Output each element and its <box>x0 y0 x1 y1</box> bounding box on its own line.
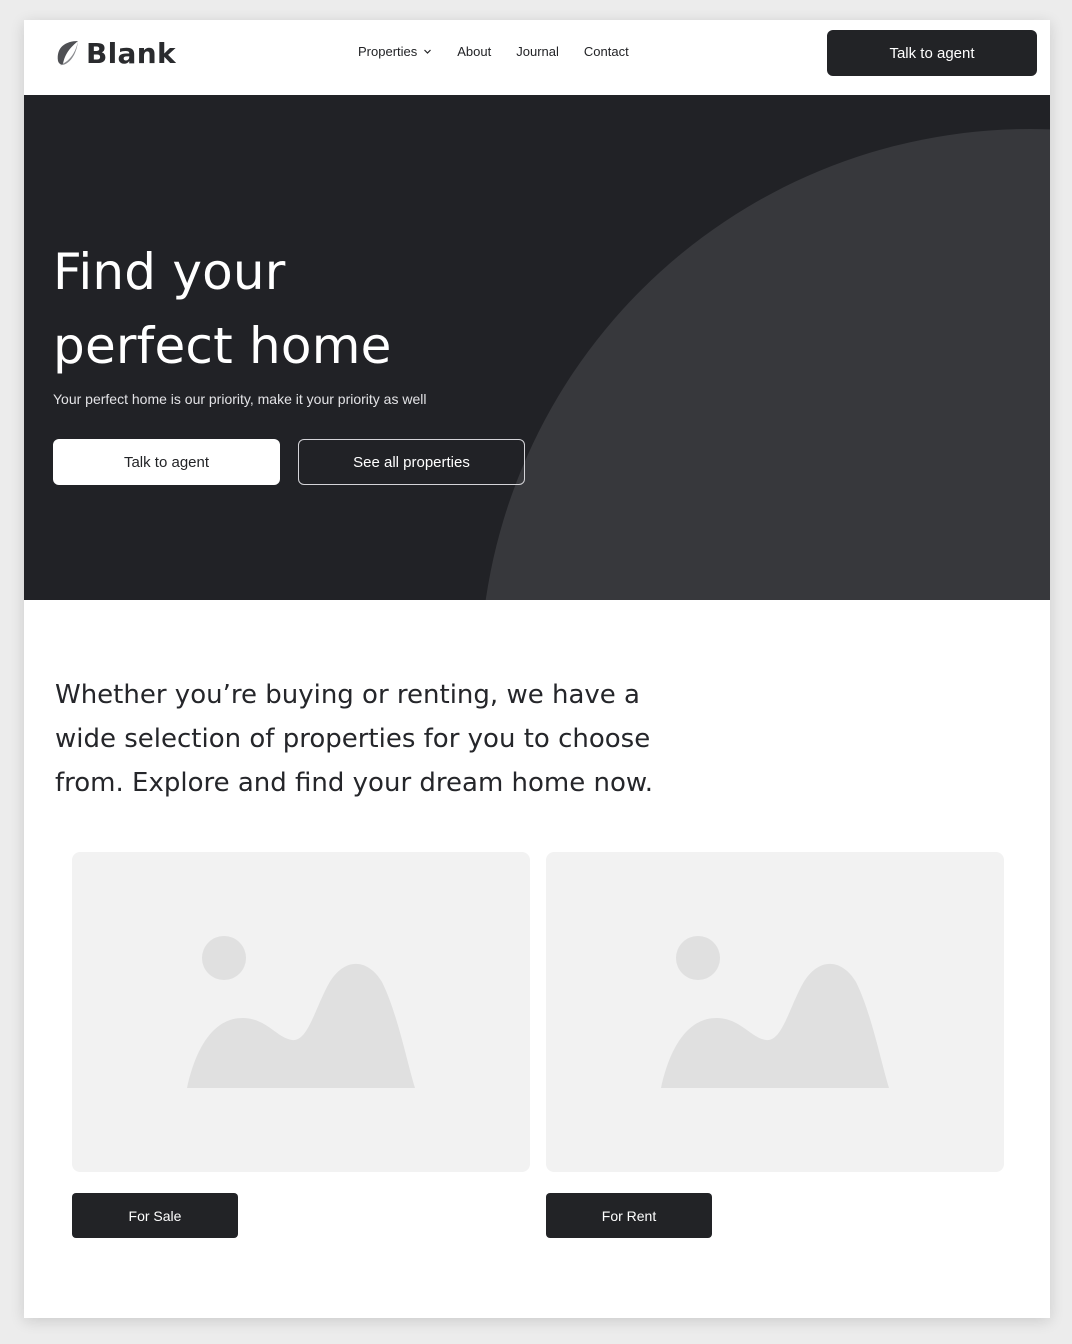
site-header: Blank Properties About Journal Contact T… <box>24 20 1050 95</box>
header-talk-to-agent-button[interactable]: Talk to agent <box>827 30 1037 76</box>
for-sale-button[interactable]: For Sale <box>72 1193 238 1238</box>
chevron-down-icon <box>424 49 432 54</box>
see-all-properties-button[interactable]: See all properties <box>298 439 525 485</box>
main-nav: Properties About Journal Contact <box>358 44 629 59</box>
intro-text: Whether you’re buying or renting, we hav… <box>55 680 654 798</box>
leaf-icon <box>57 40 78 65</box>
hero-talk-to-agent-button[interactable]: Talk to agent <box>53 439 280 485</box>
nav-item-properties[interactable]: Properties <box>358 44 432 59</box>
nav-item-about[interactable]: About <box>457 44 491 59</box>
nav-item-journal[interactable]: Journal <box>516 44 559 59</box>
for-rent-image[interactable] <box>546 852 1004 1172</box>
hero-subtitle: Your perfect home is our priority, make … <box>53 391 427 407</box>
nav-item-label: Properties <box>358 44 418 59</box>
nav-item-contact[interactable]: Contact <box>584 44 629 59</box>
hero-decorative-arc <box>480 129 1050 600</box>
image-placeholder-icon <box>661 936 889 1088</box>
page: Blank Properties About Journal Contact T… <box>24 20 1050 1318</box>
nav-item-label: Journal <box>516 44 559 59</box>
for-sale-image[interactable] <box>72 852 530 1172</box>
for-rent-button[interactable]: For Rent <box>546 1193 712 1238</box>
logo[interactable]: Blank <box>54 37 176 70</box>
nav-item-label: About <box>457 44 492 59</box>
brand-name: Blank <box>86 37 176 70</box>
hero-title: Find your perfect home <box>53 235 473 383</box>
hero-section: Find your perfect home Your perfect home… <box>24 95 1050 600</box>
image-placeholder-icon <box>187 936 415 1088</box>
hero-title-line-1: Find your <box>53 243 286 301</box>
hero-title-line-2: perfect home <box>53 317 392 375</box>
nav-item-label: Contact <box>583 44 629 59</box>
